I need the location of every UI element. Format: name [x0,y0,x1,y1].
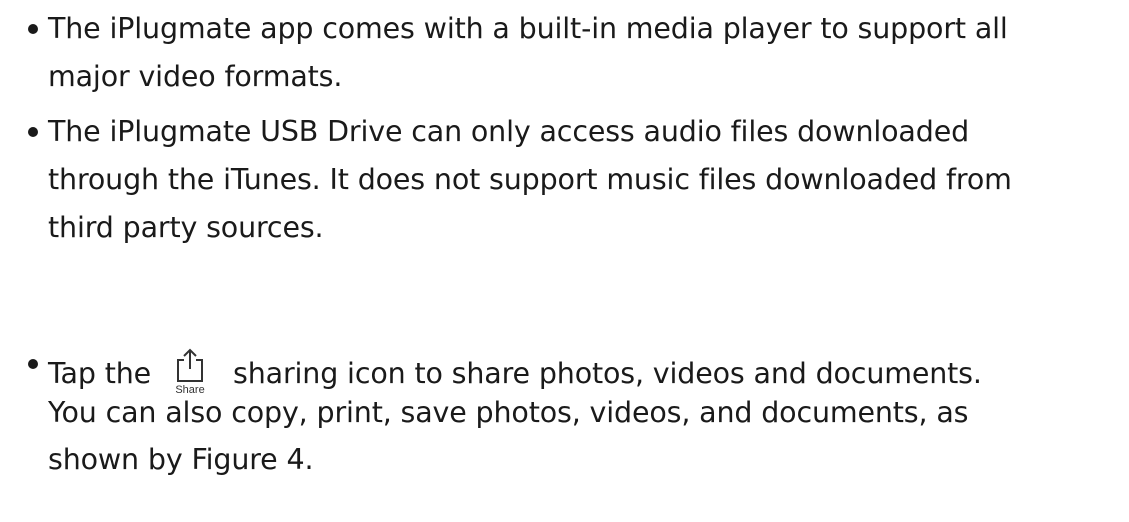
bullet-text-line: shown by Figure 4. [48,443,314,476]
share-icon-caption: Share [175,384,205,396]
share-icon-glyph [177,348,204,382]
bullet-text-line: third party sources. [48,211,324,244]
bullet-text-line: The iPlugmate app comes with a built-in … [48,12,1008,45]
bullet-lead-text: Tap the [48,357,152,390]
document-page: The iPlugmate app comes with a built-in … [0,0,1129,522]
share-icon: Share [165,347,215,397]
bullet-point [28,127,38,137]
bullet-point [28,359,38,369]
bullet-text-line: through the iTunes. It does not support … [48,163,1012,196]
bullet-text-line: major video formats. [48,60,343,93]
bullet-point [28,24,38,34]
bullet-text-line: The iPlugmate USB Drive can only access … [48,115,970,148]
bullet-trail-text: sharing icon to share photos, videos and… [233,357,982,390]
bullet-text-line-with-icon: Tap the Share sharing icon to share photo… [48,347,982,397]
bullet-text-line: You can also copy, print, save photos, v… [48,396,969,429]
